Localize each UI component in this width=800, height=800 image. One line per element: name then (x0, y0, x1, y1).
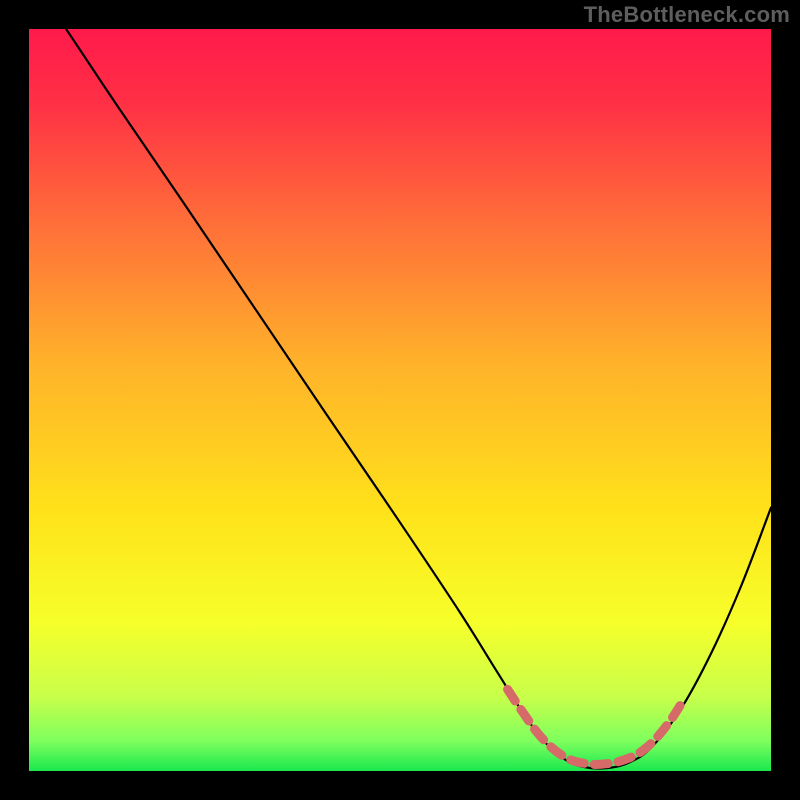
watermark-text: TheBottleneck.com (584, 2, 790, 28)
chart-svg (29, 29, 771, 771)
bottleneck-chart (29, 29, 771, 771)
chart-frame: TheBottleneck.com (0, 0, 800, 800)
